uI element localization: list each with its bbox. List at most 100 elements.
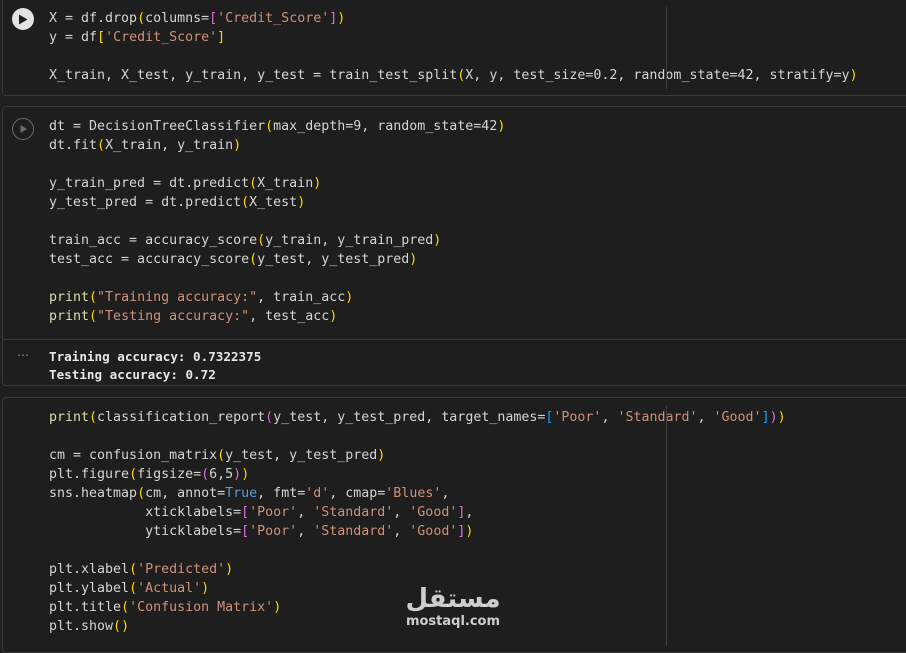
code-token: ( — [217, 448, 226, 463]
code-token: y = df — [49, 30, 98, 45]
code-token: 'Credit_Score' — [105, 30, 218, 45]
play-icon — [20, 125, 27, 133]
run-cell-button[interactable] — [12, 118, 34, 140]
code-token: ) — [345, 290, 354, 305]
code-token: ( — [129, 467, 138, 482]
code-token: ) — [121, 619, 130, 634]
code-token: dt = DecisionTreeClassifier — [49, 119, 266, 134]
code-token: ( — [257, 233, 266, 248]
code-token: ) — [329, 309, 338, 324]
code-token: 'Standard' — [617, 410, 698, 425]
output-menu-icon[interactable]: ⋯ — [17, 348, 30, 362]
code-line: y = df['Credit_Score'] — [49, 28, 858, 47]
code-token: ( — [241, 195, 250, 210]
column-ruler — [666, 406, 667, 646]
code-token: ( — [129, 562, 138, 577]
code-token: , — [697, 410, 714, 425]
code-token: [ — [241, 524, 250, 539]
code-line: yticklabels=['Poor', 'Standard', 'Good']… — [49, 522, 786, 541]
code-cell-2[interactable]: dt = DecisionTreeClassifier(max_depth=9,… — [2, 106, 906, 386]
code-token: ( — [265, 410, 274, 425]
code-token: , cmap= — [329, 486, 386, 501]
code-token: sns.heatmap — [49, 486, 138, 501]
code-token: test_acc = accuracy_score — [49, 252, 250, 267]
code-line: plt.title('Confusion Matrix') — [49, 598, 786, 617]
code-line: X = df.drop(columns=['Credit_Score']) — [49, 9, 858, 28]
code-token: 'Poor' — [249, 505, 298, 520]
output-line-training: Training accuracy: 0.7322375 — [49, 349, 262, 364]
code-token: 'Predicted' — [137, 562, 226, 577]
code-token: ( — [249, 176, 258, 191]
code-token: ( — [89, 410, 98, 425]
cell-code-editor[interactable]: print(classification_report(y_test, y_te… — [49, 408, 786, 636]
code-token: 'Standard' — [313, 524, 394, 539]
code-token: columns= — [145, 11, 210, 26]
code-token: y_train, y_train_pred — [265, 233, 434, 248]
play-icon — [19, 14, 28, 24]
cell-code-editor[interactable]: dt = DecisionTreeClassifier(max_depth=9,… — [49, 117, 505, 326]
output-text: Training accuracy: 0.7322375 Testing acc… — [49, 348, 261, 384]
code-token: train_acc = accuracy_score — [49, 233, 258, 248]
code-token: 6,5 — [209, 467, 234, 482]
code-token: ( — [89, 290, 98, 305]
code-line: plt.figure(figsize=(6,5)) — [49, 465, 786, 484]
code-token: cm = confusion_matrix — [49, 448, 218, 463]
run-cell-button[interactable] — [12, 8, 34, 30]
code-token: ( — [249, 252, 258, 267]
column-ruler — [666, 7, 667, 89]
code-token: ) — [273, 600, 282, 615]
code-token: dt.fit — [49, 138, 98, 153]
code-line: print("Testing accuracy:", test_acc) — [49, 307, 505, 326]
code-token: , — [297, 524, 314, 539]
code-token: ) — [409, 252, 418, 267]
code-line: plt.xlabel('Predicted') — [49, 560, 786, 579]
code-token: print — [49, 410, 90, 425]
code-token: ) — [849, 68, 858, 83]
code-line: plt.show() — [49, 617, 786, 636]
code-token: ( — [97, 138, 106, 153]
code-token: X_train, X_test, y_train, y_test = train… — [49, 68, 458, 83]
code-token: 'Confusion Matrix' — [129, 600, 274, 615]
code-token: ( — [201, 467, 210, 482]
code-token: 'Good' — [713, 410, 762, 425]
code-token: ( — [113, 619, 122, 634]
code-token: ( — [137, 486, 146, 501]
code-token: , — [601, 410, 618, 425]
code-line: xticklabels=['Poor', 'Standard', 'Good']… — [49, 503, 786, 522]
code-token: plt.xlabel — [49, 562, 130, 577]
code-token: print — [49, 309, 90, 324]
code-token: ) — [377, 448, 386, 463]
code-token: ) — [777, 410, 786, 425]
code-token: [ — [241, 505, 250, 520]
code-token: , — [393, 524, 410, 539]
code-cell-1[interactable]: X = df.drop(columns=['Credit_Score']) y =… — [2, 0, 906, 96]
code-token: ) — [297, 195, 306, 210]
code-line: print(classification_report(y_test, y_te… — [49, 408, 786, 427]
code-token: X_train — [257, 176, 314, 191]
code-token: yticklabels= — [49, 524, 242, 539]
code-token: 'Standard' — [313, 505, 394, 520]
code-token: ( — [129, 581, 138, 596]
code-token: ( — [265, 119, 274, 134]
code-token: y_train_pred = dt.predict — [49, 176, 250, 191]
code-token: ) — [769, 410, 778, 425]
code-token: plt.title — [49, 600, 122, 615]
code-token: ] — [761, 410, 770, 425]
code-token: plt.show — [49, 619, 114, 634]
code-cell-3[interactable]: print(classification_report(y_test, y_te… — [2, 397, 906, 653]
code-token: , — [297, 505, 314, 520]
code-token: print — [49, 290, 90, 305]
cell-code-editor[interactable]: X = df.drop(columns=['Credit_Score']) y =… — [49, 9, 858, 85]
code-token: classification_report — [97, 410, 266, 425]
code-token: ) — [497, 119, 506, 134]
code-line: sns.heatmap(cm, annot=True, fmt='d', cma… — [49, 484, 786, 503]
code-token: ) — [201, 581, 210, 596]
code-token: , — [393, 505, 410, 520]
code-token: 'Good' — [409, 505, 458, 520]
code-token: figsize= — [137, 467, 202, 482]
code-token: y_test, y_test_pred, target_names= — [273, 410, 546, 425]
